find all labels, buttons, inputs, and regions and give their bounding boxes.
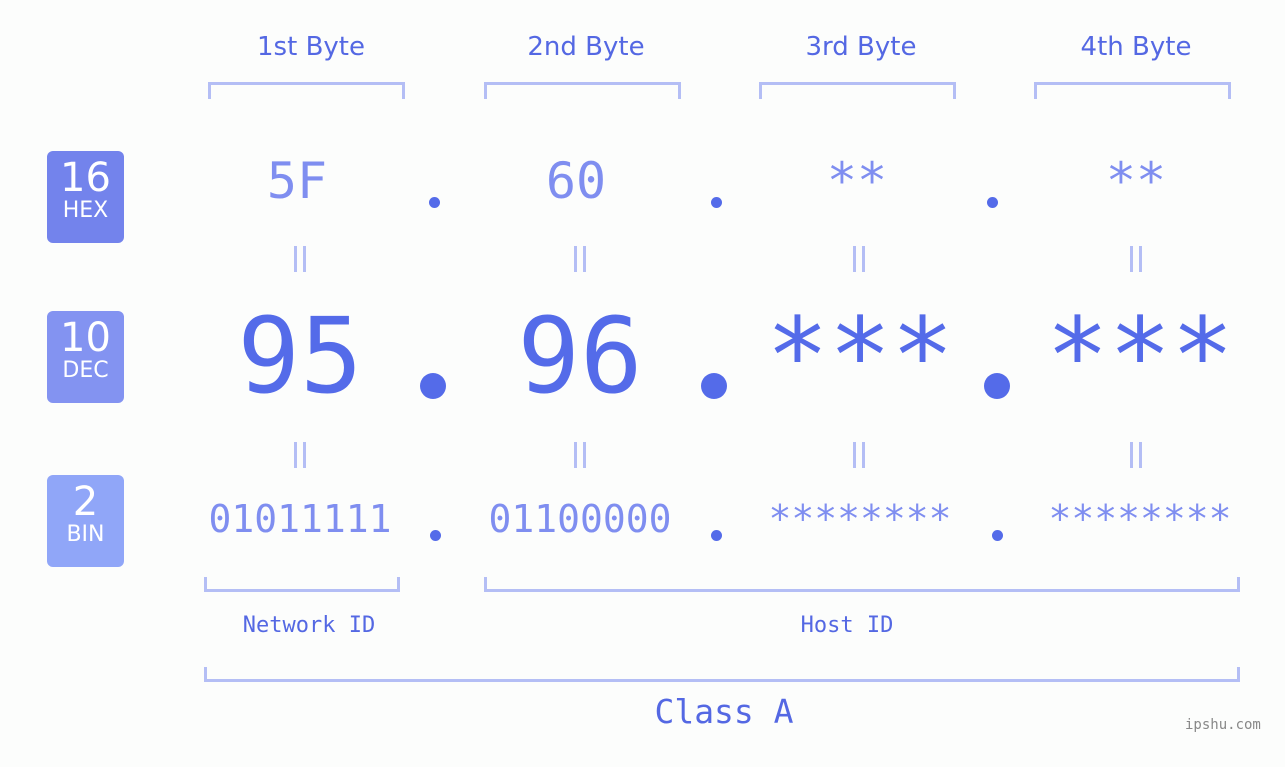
hex-dot-1: [429, 197, 440, 208]
byte-header-4: 4th Byte: [1080, 32, 1192, 62]
class-bracket: [204, 667, 1240, 682]
byte-bracket-3: [759, 82, 956, 99]
hex-dot-3: [987, 197, 998, 208]
host-bracket: [484, 577, 1240, 592]
network-bracket: [204, 577, 400, 592]
byte-header-3: 3rd Byte: [805, 32, 917, 62]
bin-base: 2: [72, 479, 99, 525]
bin-byte-2: 01100000: [488, 497, 672, 541]
dec-base: 10: [60, 315, 111, 361]
equals-icon: [560, 436, 600, 481]
byte-bracket-4: [1034, 82, 1231, 99]
network-id-label: Network ID: [242, 613, 376, 638]
equals-icon: [1116, 436, 1156, 481]
dec-dot-2: [701, 373, 727, 399]
equals-icon: [839, 240, 879, 285]
equals-icon: [839, 436, 879, 481]
bin-badge: 2 BIN: [47, 475, 124, 567]
bin-byte-3: ********: [768, 497, 952, 541]
hex-byte-1: 5F: [266, 152, 328, 210]
hex-label: HEX: [62, 198, 109, 223]
bin-byte-4: ********: [1048, 497, 1232, 541]
equals-icon: [560, 240, 600, 285]
equals-icon: [1116, 240, 1156, 285]
watermark: ipshu.com: [1185, 717, 1261, 733]
hex-byte-4: **: [1105, 152, 1167, 210]
byte-bracket-2: [484, 82, 681, 99]
dec-byte-4: ***: [1046, 295, 1234, 417]
bin-dot-2: [711, 530, 722, 541]
hex-byte-3: **: [826, 152, 888, 210]
bin-dot-1: [430, 530, 441, 541]
hex-byte-2: 60: [545, 152, 607, 210]
class-label: Class A: [654, 692, 794, 731]
bin-dot-3: [992, 530, 1003, 541]
dec-dot-1: [420, 373, 446, 399]
host-id-label: Host ID: [800, 613, 894, 638]
hex-dot-2: [711, 197, 722, 208]
dec-byte-2: 96: [517, 295, 643, 417]
dec-dot-3: [984, 373, 1010, 399]
bin-label: BIN: [66, 522, 105, 547]
bin-byte-1: 01011111: [208, 497, 392, 541]
byte-header-1: 1st Byte: [257, 32, 365, 62]
byte-bracket-1: [208, 82, 405, 99]
equals-icon: [280, 240, 320, 285]
byte-header-2: 2nd Byte: [527, 32, 645, 62]
dec-badge: 10 DEC: [47, 311, 124, 403]
hex-base: 16: [60, 155, 111, 201]
dec-label: DEC: [62, 358, 109, 383]
hex-badge: 16 HEX: [47, 151, 124, 243]
dec-byte-3: ***: [766, 295, 954, 417]
equals-icon: [280, 436, 320, 481]
dec-byte-1: 95: [237, 295, 363, 417]
